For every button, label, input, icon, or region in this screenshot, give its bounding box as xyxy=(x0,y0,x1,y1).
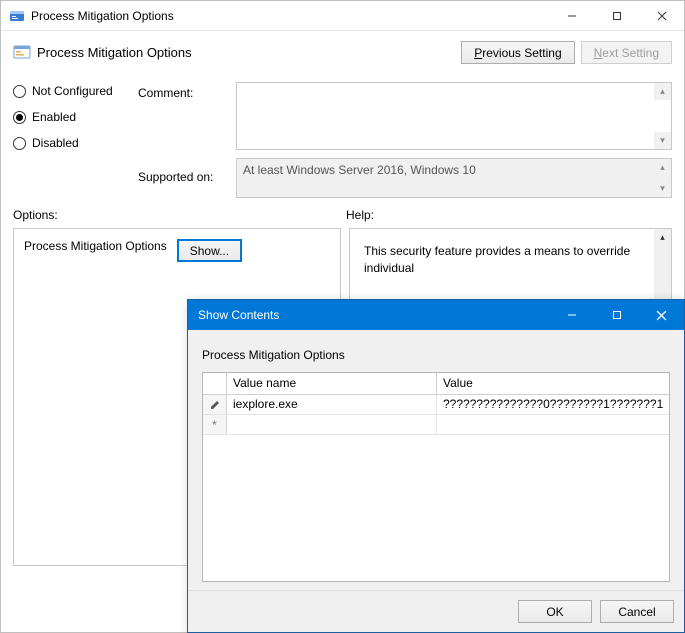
dialog-titlebar: Show Contents xyxy=(188,300,684,330)
radio-not-configured[interactable]: Not Configured xyxy=(13,84,128,98)
radio-label: Enabled xyxy=(32,110,76,124)
policy-name: Process Mitigation Options xyxy=(37,45,461,60)
comment-label: Comment: xyxy=(138,84,226,110)
options-item-label: Process Mitigation Options xyxy=(24,239,167,253)
dialog-title: Show Contents xyxy=(198,308,549,322)
help-text: This security feature provides a means t… xyxy=(364,244,630,275)
minimize-button[interactable] xyxy=(549,1,594,31)
scroll-up-icon[interactable]: ▴ xyxy=(654,83,671,100)
radio-icon xyxy=(13,111,26,124)
maximize-button[interactable] xyxy=(594,1,639,31)
app-icon xyxy=(9,8,25,24)
values-grid[interactable]: Value name Value iexplore.exe ??????????… xyxy=(202,372,670,582)
cancel-button[interactable]: Cancel xyxy=(600,600,674,623)
radio-disabled[interactable]: Disabled xyxy=(13,136,128,150)
radio-icon xyxy=(13,85,26,98)
column-header-value[interactable]: Value xyxy=(437,373,669,394)
cell-name[interactable] xyxy=(227,415,437,434)
policy-icon xyxy=(13,44,31,62)
radio-label: Not Configured xyxy=(32,84,113,98)
cell-name[interactable]: iexplore.exe xyxy=(227,395,437,414)
radio-label: Disabled xyxy=(32,136,79,150)
scroll-up-icon[interactable]: ▴ xyxy=(654,159,671,176)
column-header-name[interactable]: Value name xyxy=(227,373,437,394)
radio-enabled[interactable]: Enabled xyxy=(13,110,128,124)
comment-textarea[interactable]: ▴ ▾ xyxy=(236,82,672,150)
scroll-up-icon[interactable]: ▴ xyxy=(654,229,671,246)
options-label: Options: xyxy=(13,208,346,222)
next-setting-button[interactable]: Next Setting xyxy=(581,41,672,64)
table-row-new[interactable]: * xyxy=(203,415,669,435)
cell-value[interactable] xyxy=(437,415,669,434)
dialog-minimize-button[interactable] xyxy=(549,300,594,330)
show-contents-dialog: Show Contents Process Mitigation Options… xyxy=(187,299,685,633)
dialog-maximize-button[interactable] xyxy=(594,300,639,330)
grid-corner xyxy=(203,373,227,394)
close-button[interactable] xyxy=(639,1,684,31)
previous-setting-button[interactable]: Previous Setting xyxy=(461,41,574,64)
dialog-close-button[interactable] xyxy=(639,300,684,330)
supported-on-box: At least Windows Server 2016, Windows 10… xyxy=(236,158,672,198)
row-new-icon: * xyxy=(203,415,227,434)
scroll-down-icon[interactable]: ▾ xyxy=(654,180,671,197)
titlebar: Process Mitigation Options xyxy=(1,1,684,31)
scroll-down-icon[interactable]: ▾ xyxy=(654,132,671,149)
radio-icon xyxy=(13,137,26,150)
row-edit-icon xyxy=(203,395,227,414)
supported-on-label: Supported on: xyxy=(138,168,226,194)
window-title: Process Mitigation Options xyxy=(31,9,549,23)
show-button[interactable]: Show... xyxy=(177,239,242,262)
supported-on-text: At least Windows Server 2016, Windows 10 xyxy=(243,163,476,177)
help-label: Help: xyxy=(346,208,374,222)
dialog-subtitle: Process Mitigation Options xyxy=(202,348,670,362)
grid-header: Value name Value xyxy=(203,373,669,395)
cell-value[interactable]: ???????????????0????????1???????1 xyxy=(437,395,669,414)
table-row[interactable]: iexplore.exe ???????????????0????????1??… xyxy=(203,395,669,415)
ok-button[interactable]: OK xyxy=(518,600,592,623)
